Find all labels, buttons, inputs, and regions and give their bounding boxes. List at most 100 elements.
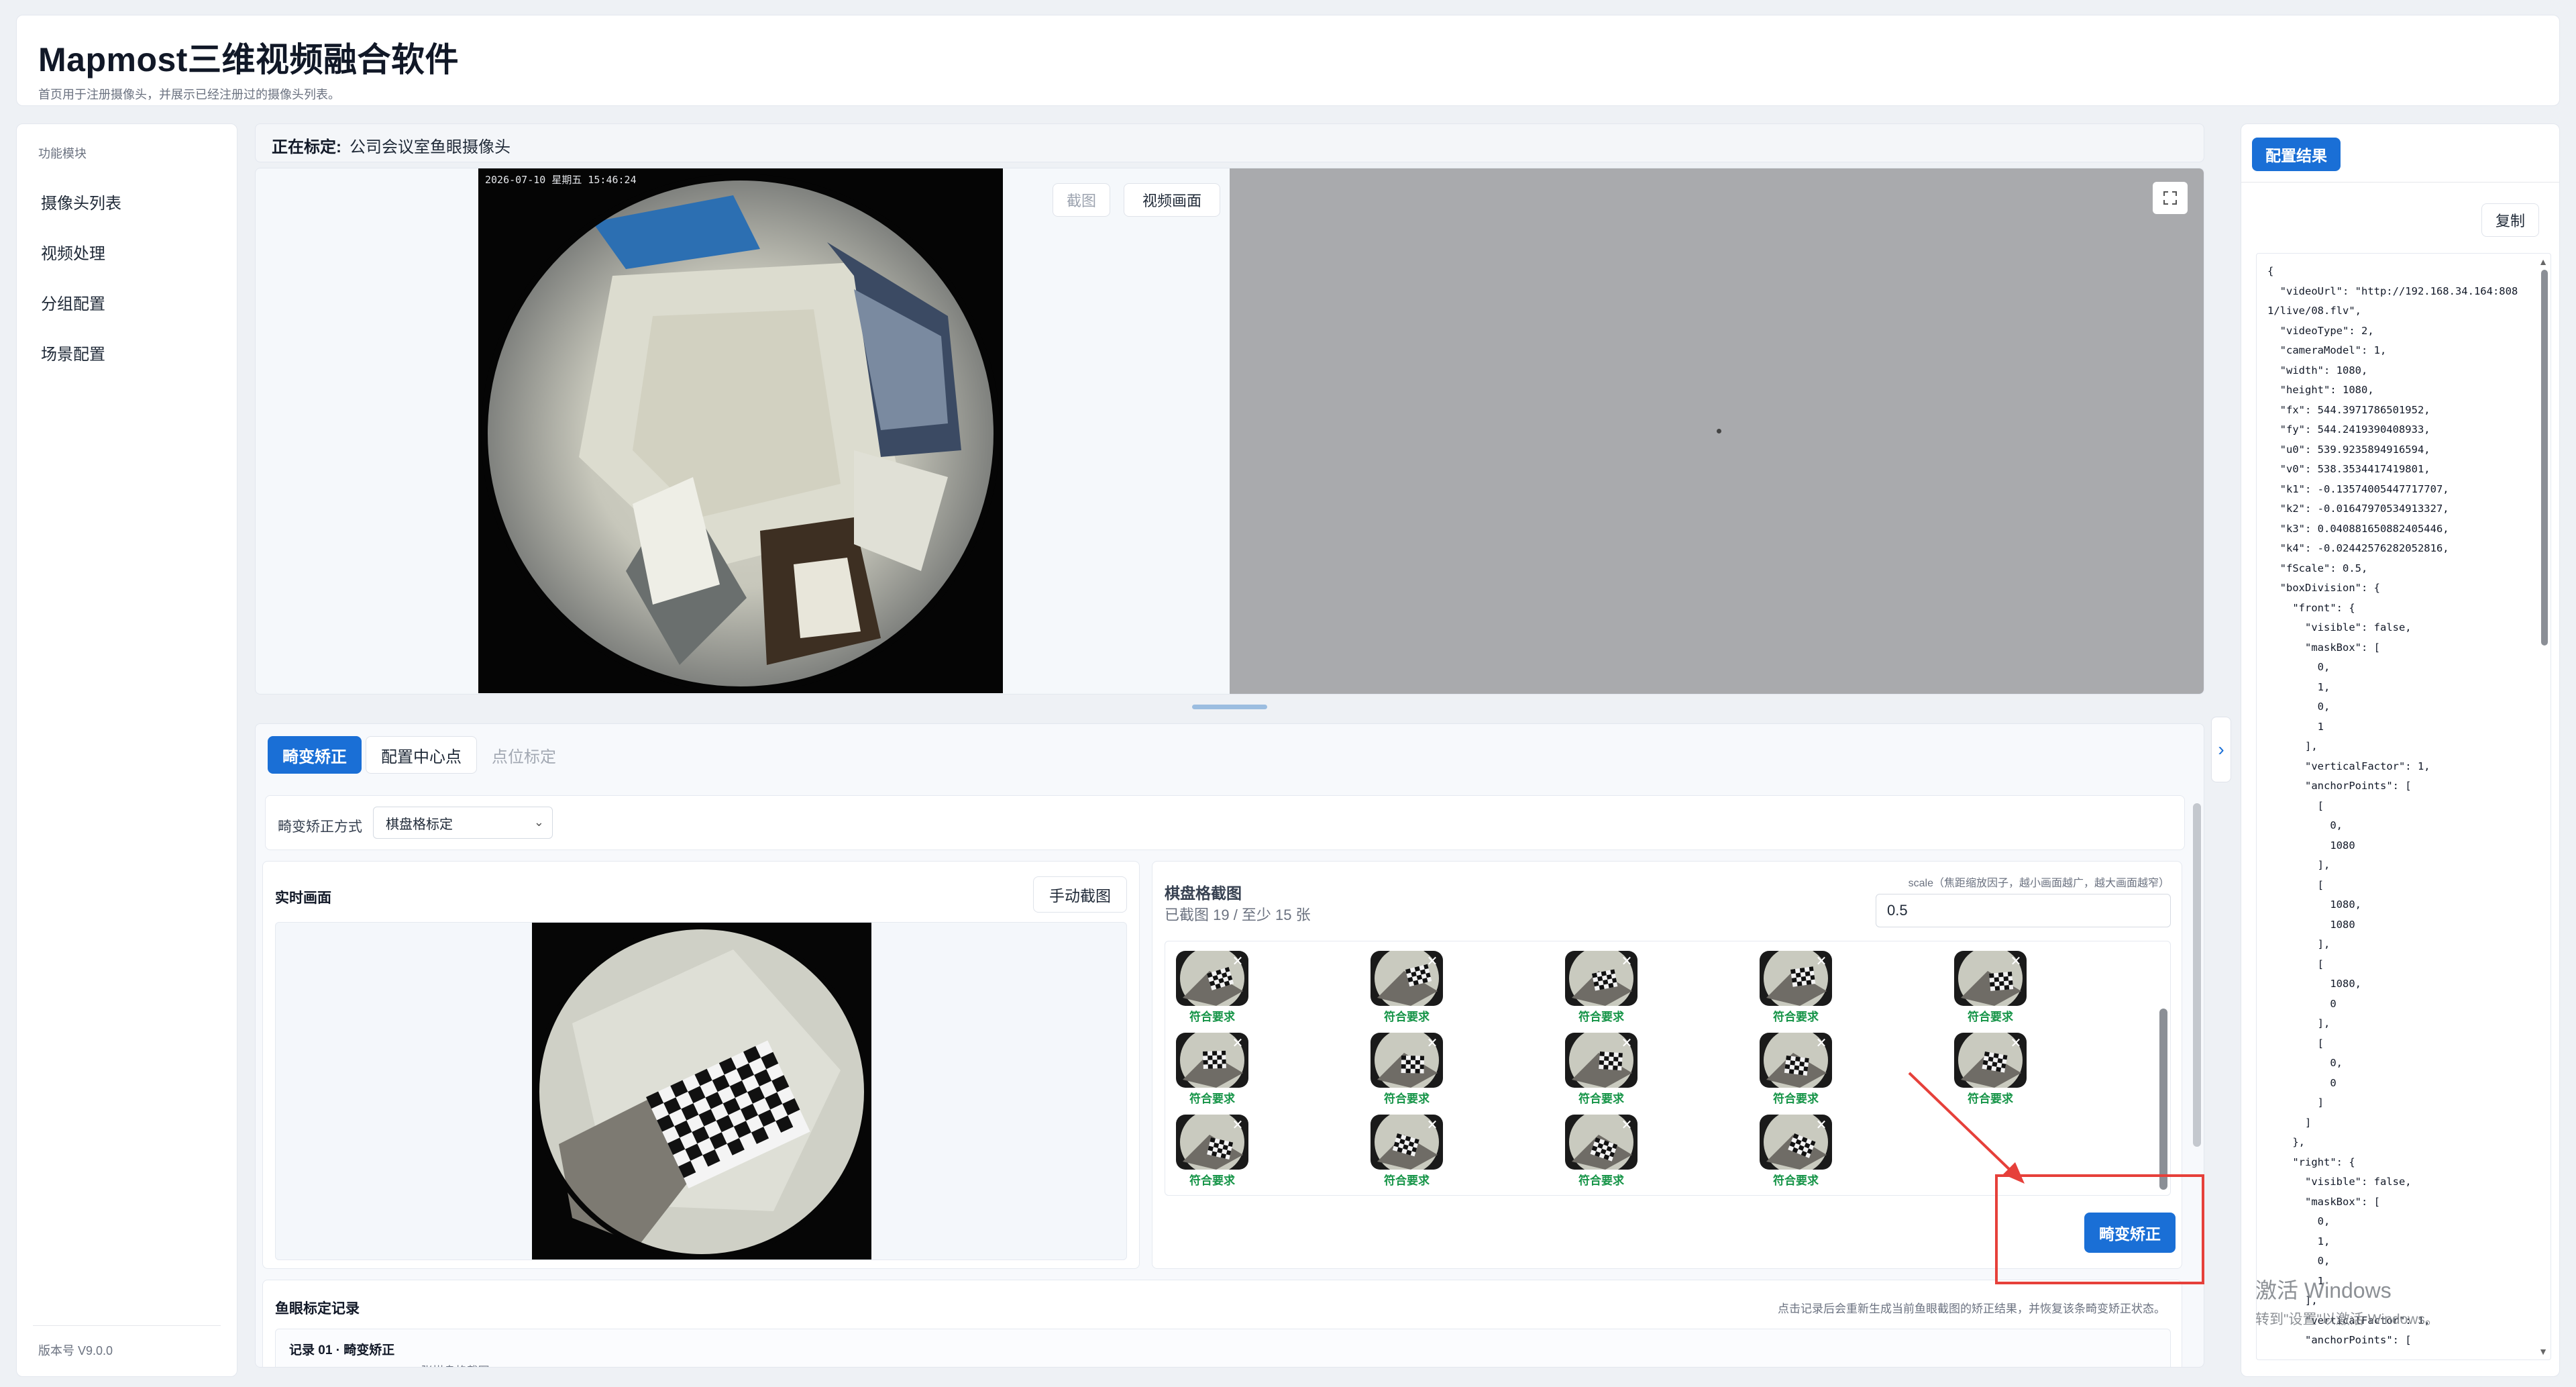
delete-thumbnail-icon[interactable]: ✕	[1813, 954, 1829, 970]
tab-distortion-correction[interactable]: 畸变矫正	[268, 736, 362, 774]
delete-thumbnail-icon[interactable]: ✕	[1424, 1035, 1440, 1051]
sidebar-divider	[33, 1325, 221, 1326]
sidebar: 功能模块 摄像头列表 视频处理 分组配置 场景配置 版本号 V9.0.0	[16, 123, 237, 1377]
method-select-value: 棋盘格标定	[386, 817, 453, 832]
delete-thumbnail-icon[interactable]: ✕	[1619, 954, 1635, 970]
sidebar-item-camera-list[interactable]: 摄像头列表	[41, 190, 121, 213]
expand-panel-button[interactable]: ›	[2211, 717, 2231, 782]
thumbnail-status: 符合要求	[1773, 1174, 1819, 1187]
fisheye-image	[481, 174, 1000, 693]
chessboard-thumbnail[interactable]: ✕ 符合要求	[1565, 1033, 1638, 1108]
delete-thumbnail-icon[interactable]: ✕	[1424, 954, 1440, 970]
screenshot-button[interactable]: 截图	[1053, 183, 1110, 217]
camera-timestamp: 2026-07-10 星期五 15:46:24	[485, 174, 637, 186]
thumbnail-status: 符合要求	[1384, 1174, 1430, 1187]
preview-area: 2026-07-10 星期五 15:46:24 截图 视频画面	[255, 168, 2204, 695]
delete-thumbnail-icon[interactable]: ✕	[1619, 1117, 1635, 1133]
fullscreen-button[interactable]	[2153, 182, 2188, 214]
chessboard-thumbnail[interactable]: ✕ 符合要求	[1371, 1115, 1443, 1190]
chessboard-title: 棋盘格截图	[1165, 884, 1242, 902]
thumbnail-image: ✕	[1760, 1115, 1832, 1170]
thumbnail-image: ✕	[1565, 1033, 1638, 1088]
config-panel: 配置结果 复制 { "videoUrl": "http://192.168.34…	[2241, 123, 2560, 1377]
thumbnail-image: ✕	[1760, 1033, 1832, 1088]
chessboard-thumbnail[interactable]: ✕ 符合要求	[1954, 1033, 2027, 1108]
delete-thumbnail-icon[interactable]: ✕	[1619, 1035, 1635, 1051]
records-card: 鱼眼标定记录 点击记录后会重新生成当前鱼眼截图的矫正结果，并恢复该条畸变矫正状态…	[262, 1280, 2182, 1367]
delete-thumbnail-icon[interactable]: ✕	[1230, 954, 1246, 970]
config-json-text: { "videoUrl": "http://192.168.34.164:808…	[2267, 265, 2518, 1346]
chessboard-thumbnail[interactable]: ✕ 符合要求	[1954, 951, 2027, 1026]
thumbnail-status: 符合要求	[1578, 1011, 1624, 1023]
chessboard-thumbnail[interactable]: ✕ 符合要求	[1176, 1115, 1248, 1190]
delete-thumbnail-icon[interactable]: ✕	[1230, 1035, 1246, 1051]
sidebar-section-title: 功能模块	[38, 147, 87, 160]
chessboard-thumbnail[interactable]: ✕ 符合要求	[1760, 951, 1832, 1026]
thumbnail-status: 符合要求	[1384, 1092, 1430, 1105]
config-divider	[2241, 182, 2559, 183]
tab-center-point[interactable]: 配置中心点	[366, 736, 477, 774]
scale-input[interactable]: 0.5	[1876, 894, 2171, 927]
delete-thumbnail-icon[interactable]: ✕	[1230, 1117, 1246, 1133]
chessboard-thumbnail[interactable]: ✕ 符合要求	[1760, 1033, 1832, 1108]
chessboard-thumbnail[interactable]: ✕ 符合要求	[1371, 951, 1443, 1026]
method-select[interactable]: 棋盘格标定 ⌄	[373, 807, 553, 839]
sidebar-item-scene-config[interactable]: 场景配置	[41, 341, 105, 364]
thumbnail-grid: ✕ 符合要求 ✕ 符合要求 ✕ 符合要求 ✕ 符合要求 ✕ 符合要求 ✕ 符合要求 ✕ 符合要求 ✕ 符合要求…	[1165, 941, 2171, 1196]
chessboard-thumbnail[interactable]: ✕ 符合要求	[1565, 1115, 1638, 1190]
chessboard-count: 已截图 19 / 至少 15 张	[1165, 907, 1311, 923]
manual-screenshot-button[interactable]: 手动截图	[1033, 876, 1127, 913]
center-dot	[1717, 429, 1721, 433]
config-result-tab[interactable]: 配置结果	[2252, 138, 2341, 171]
scroll-up-icon[interactable]: ▲	[2538, 256, 2548, 267]
record-meta: 2026-07-14 08:48:45 · 20 张棋盘格截图 | rms=0.…	[289, 1362, 559, 1367]
chessboard-thumbnail[interactable]: ✕ 符合要求	[1565, 951, 1638, 1026]
live-view-frame	[275, 922, 1127, 1260]
delete-thumbnail-icon[interactable]: ✕	[1424, 1117, 1440, 1133]
tool-panel: 畸变矫正 配置中心点 点位标定 畸变矫正方式 棋盘格标定 ⌄ 实时画面 手动截图	[255, 723, 2204, 1368]
sidebar-item-group-config[interactable]: 分组配置	[41, 291, 105, 314]
thumbnail-image: ✕	[1176, 1033, 1248, 1088]
live-view-title: 实时画面	[275, 890, 331, 906]
panel-scrollbar[interactable]	[2193, 803, 2201, 1147]
chessboard-thumbnail[interactable]: ✕ 符合要求	[1760, 1115, 1832, 1190]
fisheye-camera-feed: 2026-07-10 星期五 15:46:24	[478, 168, 1003, 693]
thumbnail-status: 符合要求	[1773, 1092, 1819, 1105]
undistorted-view	[1230, 168, 2204, 694]
thumbnail-image: ✕	[1371, 951, 1443, 1006]
delete-thumbnail-icon[interactable]: ✕	[2008, 1035, 2024, 1051]
delete-thumbnail-icon[interactable]: ✕	[1813, 1117, 1829, 1133]
chessboard-thumbnail[interactable]: ✕ 符合要求	[1176, 951, 1248, 1026]
app-title: Mapmost三维视频融合软件	[38, 41, 459, 79]
resize-handle[interactable]	[1192, 705, 1267, 709]
sidebar-item-video-processing[interactable]: 视频处理	[41, 240, 105, 264]
record-item[interactable]: 记录 01 · 畸变矫正 2026-07-14 08:48:45 · 20 张棋…	[275, 1329, 2171, 1367]
live-fisheye-image	[534, 924, 869, 1260]
delete-thumbnail-icon[interactable]: ✕	[1813, 1035, 1829, 1051]
thumbnail-status: 符合要求	[1578, 1174, 1624, 1187]
copy-button[interactable]: 复制	[2481, 203, 2539, 237]
scroll-down-icon[interactable]: ▼	[2538, 1346, 2548, 1357]
thumbnail-image: ✕	[1371, 1115, 1443, 1170]
thumbnail-status: 符合要求	[1189, 1011, 1235, 1023]
chessboard-thumbnail[interactable]: ✕ 符合要求	[1176, 1033, 1248, 1108]
records-hint: 点击记录后会重新生成当前鱼眼截图的矫正结果，并恢复该条畸变矫正状态。	[1778, 1302, 2165, 1315]
tab-point-calibration[interactable]: 点位标定	[477, 736, 571, 774]
chevron-right-icon: ›	[2218, 739, 2224, 760]
chessboard-thumbnail[interactable]: ✕ 符合要求	[1371, 1033, 1443, 1108]
thumbnail-status: 符合要求	[1968, 1092, 2013, 1105]
scale-label: scale（焦距缩放因子，越小画面越广，越大画面越窄）	[1908, 878, 2169, 889]
records-title: 鱼眼标定记录	[275, 1301, 360, 1317]
thumbnail-scrollbar[interactable]	[2159, 1009, 2167, 1190]
app-subtitle: 首页用于注册摄像头，并展示已经注册过的摄像头列表。	[38, 88, 340, 101]
method-row: 畸变矫正方式 棋盘格标定 ⌄	[265, 795, 2185, 850]
delete-thumbnail-icon[interactable]: ✕	[2008, 954, 2024, 970]
thumbnail-image: ✕	[1565, 1115, 1638, 1170]
video-view-button[interactable]: 视频画面	[1124, 183, 1220, 217]
live-camera-feed	[532, 923, 871, 1260]
config-json-box[interactable]: { "videoUrl": "http://192.168.34.164:808…	[2256, 253, 2551, 1360]
thumbnail-image: ✕	[1565, 951, 1638, 1006]
json-scrollbar[interactable]	[2541, 270, 2548, 646]
calibration-camera-name: 公司会议室鱼眼摄像头	[350, 138, 511, 156]
record-title: 记录 01 · 畸变矫正	[289, 1343, 395, 1357]
